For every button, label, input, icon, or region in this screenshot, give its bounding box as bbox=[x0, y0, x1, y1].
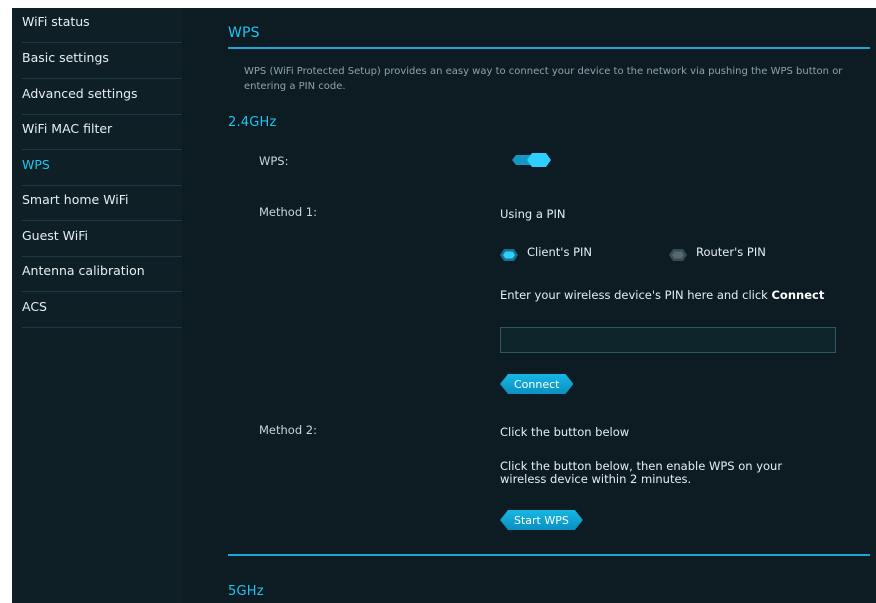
band-divider bbox=[228, 554, 870, 556]
method1-label: Method 1: bbox=[259, 205, 317, 219]
sidebar-item-label: Advanced settings bbox=[22, 86, 138, 101]
wps-label: WPS: bbox=[259, 154, 289, 168]
pin-instruction: Enter your wireless device's PIN here an… bbox=[500, 288, 824, 302]
sidebar-item-wifi-mac-filter[interactable]: WiFi MAC filter bbox=[22, 115, 182, 150]
sidebar-item-label: Smart home WiFi bbox=[22, 192, 129, 207]
page-title: WPS bbox=[228, 25, 260, 41]
clients-pin-radio[interactable] bbox=[500, 249, 518, 261]
wps-toggle[interactable] bbox=[512, 152, 552, 168]
main-content: WPS WPS (WiFi Protected Setup) provides … bbox=[182, 8, 876, 603]
band-5-title: 5GHz bbox=[228, 584, 264, 599]
method1-text: Using a PIN bbox=[500, 207, 566, 221]
clients-pin-label: Client's PIN bbox=[527, 245, 593, 259]
sidebar-item-acs[interactable]: ACS bbox=[22, 293, 182, 328]
sidebar-item-guest-wifi[interactable]: Guest WiFi bbox=[22, 222, 182, 257]
sidebar-item-label: WPS bbox=[22, 157, 50, 172]
sidebar-item-label: Antenna calibration bbox=[22, 263, 145, 278]
app-frame: WiFi status Basic settings Advanced sett… bbox=[12, 8, 876, 603]
routers-pin-label: Router's PIN bbox=[696, 245, 766, 259]
pin-input[interactable] bbox=[500, 327, 836, 353]
title-divider bbox=[228, 47, 870, 49]
sidebar-item-wifi-status[interactable]: WiFi status bbox=[22, 8, 182, 43]
method2-description: Click the button below, then enable WPS … bbox=[500, 459, 783, 486]
routers-pin-radio[interactable] bbox=[669, 249, 687, 261]
sidebar-item-label: ACS bbox=[22, 299, 47, 314]
sidebar-item-antenna-calibration[interactable]: Antenna calibration bbox=[22, 257, 182, 292]
sidebar-item-basic-settings[interactable]: Basic settings bbox=[22, 44, 182, 79]
start-wps-button[interactable]: Start WPS bbox=[500, 510, 583, 530]
method2-text: Click the button below bbox=[500, 425, 630, 439]
sidebar-item-label: Guest WiFi bbox=[22, 228, 88, 243]
sidebar: WiFi status Basic settings Advanced sett… bbox=[12, 8, 182, 603]
wps-description: WPS (WiFi Protected Setup) provides an e… bbox=[244, 66, 843, 92]
sidebar-item-label: Basic settings bbox=[22, 50, 109, 65]
pin-instruction-text: Enter your wireless device's PIN here an… bbox=[500, 288, 772, 302]
method2-label: Method 2: bbox=[259, 423, 317, 437]
sidebar-item-label: WiFi status bbox=[22, 14, 90, 29]
sidebar-item-wps[interactable]: WPS bbox=[22, 151, 182, 186]
connect-button[interactable]: Connect bbox=[500, 374, 573, 394]
band-24-title: 2.4GHz bbox=[228, 115, 277, 130]
sidebar-item-advanced-settings[interactable]: Advanced settings bbox=[22, 80, 182, 115]
sidebar-item-label: WiFi MAC filter bbox=[22, 121, 113, 136]
pin-instruction-bold: Connect bbox=[771, 288, 825, 302]
sidebar-item-smart-home-wifi[interactable]: Smart home WiFi bbox=[22, 186, 182, 221]
